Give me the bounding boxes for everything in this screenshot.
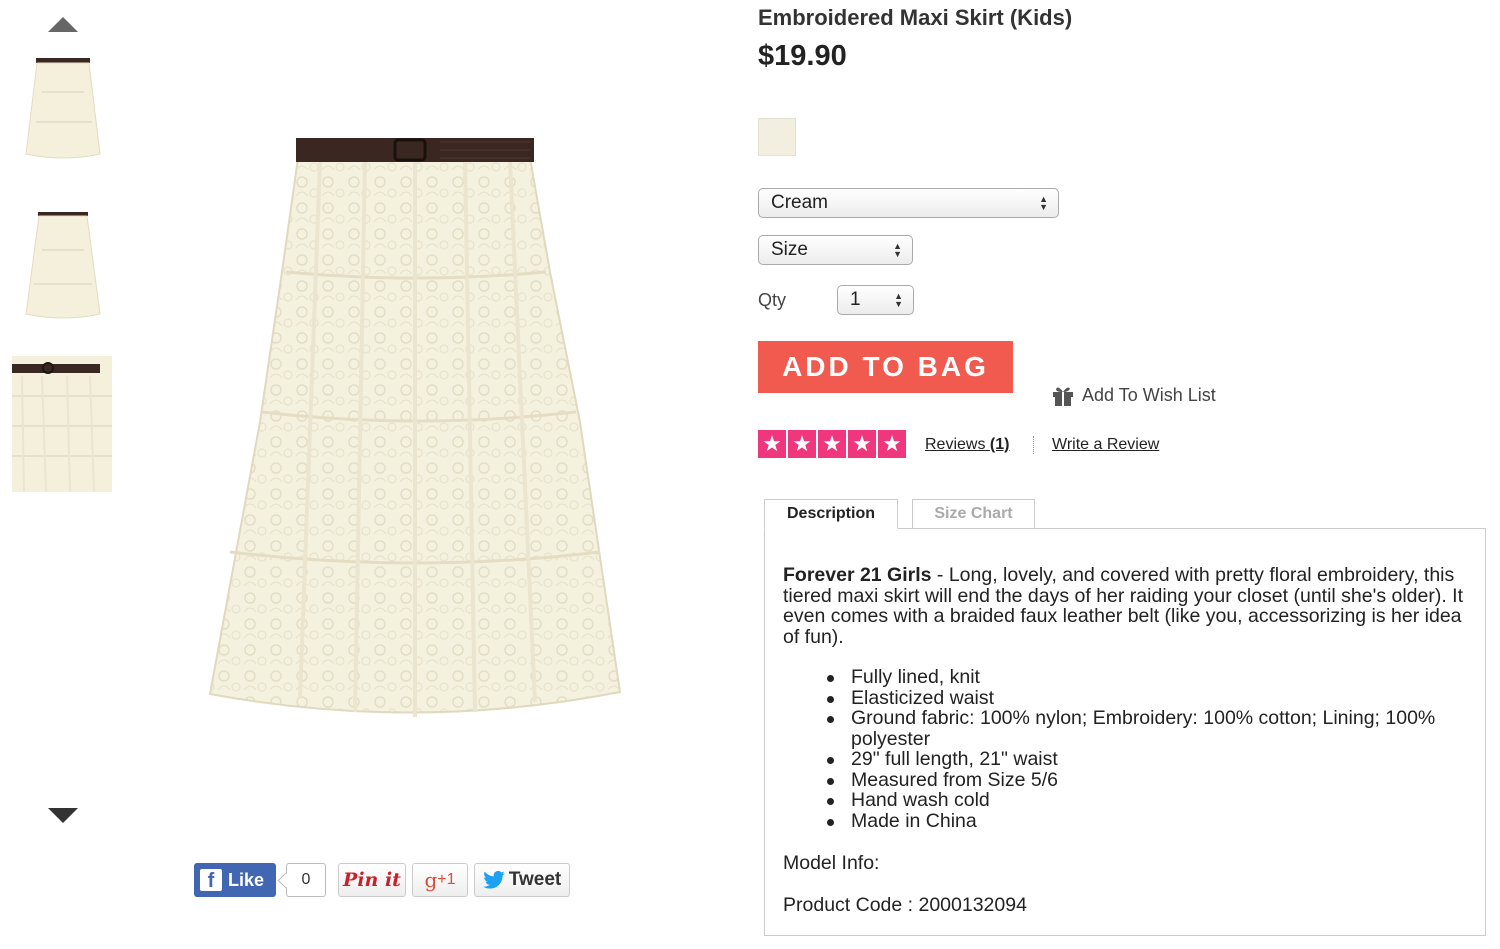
facebook-like-label: Like bbox=[228, 869, 265, 890]
list-item: 29" full length, 21" waist bbox=[827, 749, 1467, 770]
color-select-value: Cream bbox=[771, 192, 829, 213]
skirt-thumbnail-image bbox=[25, 212, 101, 319]
skirt-closeup-thumbnail-image bbox=[12, 356, 112, 492]
qty-select[interactable]: 1 ▲ ▼ bbox=[837, 285, 914, 315]
main-product-image[interactable] bbox=[190, 122, 640, 742]
add-to-wish-list-link[interactable]: Add To Wish List bbox=[1052, 385, 1216, 406]
thumbnail-2[interactable] bbox=[22, 206, 104, 324]
reviews-label: Reviews bbox=[925, 436, 986, 453]
select-arrows-icon: ▲ ▼ bbox=[894, 291, 903, 309]
description-intro: Forever 21 Girls - Long, lovely, and cov… bbox=[783, 565, 1467, 647]
list-item: Hand wash cold bbox=[827, 790, 1467, 811]
star-icon: ★ bbox=[848, 430, 876, 458]
twitter-bird-icon bbox=[482, 871, 505, 889]
color-select[interactable]: Cream ▲ ▼ bbox=[758, 188, 1059, 218]
star-icon: ★ bbox=[818, 430, 846, 458]
facebook-like-button[interactable]: f Like bbox=[194, 863, 276, 897]
add-to-bag-button[interactable]: ADD TO BAG bbox=[758, 341, 1013, 393]
google-plus-icon: g bbox=[424, 868, 438, 892]
color-swatch-cream[interactable] bbox=[758, 118, 796, 156]
description-panel: Forever 21 Girls - Long, lovely, and cov… bbox=[764, 528, 1486, 936]
pinterest-pin-it-button[interactable]: Pin it bbox=[338, 863, 406, 897]
select-arrows-icon: ▲ ▼ bbox=[893, 241, 902, 259]
google-plus-label: +1 bbox=[437, 871, 456, 888]
thumbnail-1[interactable] bbox=[22, 52, 104, 164]
thumbnail-scroll-down-arrow-icon[interactable] bbox=[48, 808, 78, 823]
star-rating: ★ ★ ★ ★ ★ bbox=[758, 430, 906, 458]
embroidered-maxi-skirt-image bbox=[208, 138, 622, 717]
size-select[interactable]: Size ▲ ▼ bbox=[758, 235, 913, 265]
size-select-value: Size bbox=[771, 239, 808, 260]
link-separator bbox=[1033, 436, 1034, 454]
facebook-icon: f bbox=[200, 869, 222, 891]
product-title: Embroidered Maxi Skirt (Kids) bbox=[758, 5, 1073, 30]
write-review-link[interactable]: Write a Review bbox=[1052, 436, 1159, 454]
list-item: Measured from Size 5/6 bbox=[827, 769, 1467, 791]
product-code: Product Code : 2000132094 bbox=[783, 893, 1027, 916]
social-share-bar: f Like 0 Pin it g +1 Tweet bbox=[194, 863, 570, 897]
product-price: $19.90 bbox=[758, 40, 847, 72]
google-plus-button[interactable]: g +1 bbox=[412, 863, 468, 897]
list-item: Made in China bbox=[827, 810, 1467, 832]
thumbnail-scroll-up-arrow-icon[interactable] bbox=[48, 17, 78, 32]
thumbnail-3[interactable] bbox=[12, 356, 112, 492]
wish-list-label: Add To Wish List bbox=[1082, 385, 1216, 405]
twitter-tweet-button[interactable]: Tweet bbox=[474, 863, 570, 897]
reviews-link[interactable]: Reviews (1) bbox=[925, 436, 1009, 454]
feature-list: Fully lined, knit Elasticized waist Grou… bbox=[827, 667, 1467, 831]
list-item: Fully lined, knit bbox=[827, 667, 1467, 688]
star-icon: ★ bbox=[758, 430, 786, 458]
gift-icon bbox=[1053, 387, 1073, 406]
tab-size-chart[interactable]: Size Chart bbox=[912, 499, 1035, 529]
model-info: Model Info: bbox=[783, 852, 880, 874]
tab-description[interactable]: Description bbox=[764, 499, 898, 529]
reviews-count: (1) bbox=[989, 436, 1010, 453]
qty-select-value: 1 bbox=[850, 289, 861, 310]
tweet-label: Tweet bbox=[508, 869, 562, 890]
star-icon: ★ bbox=[788, 430, 816, 458]
list-item: Ground fabric: 100% nylon; Embroidery: 1… bbox=[827, 708, 1467, 749]
facebook-like-count: 0 bbox=[286, 863, 326, 897]
brand-name: Forever 21 Girls bbox=[783, 564, 932, 586]
qty-label: Qty bbox=[758, 290, 787, 310]
skirt-thumbnail-image bbox=[25, 58, 101, 159]
star-icon: ★ bbox=[878, 430, 906, 458]
select-arrows-icon: ▲ ▼ bbox=[1039, 194, 1048, 212]
list-item: Elasticized waist bbox=[827, 687, 1467, 709]
